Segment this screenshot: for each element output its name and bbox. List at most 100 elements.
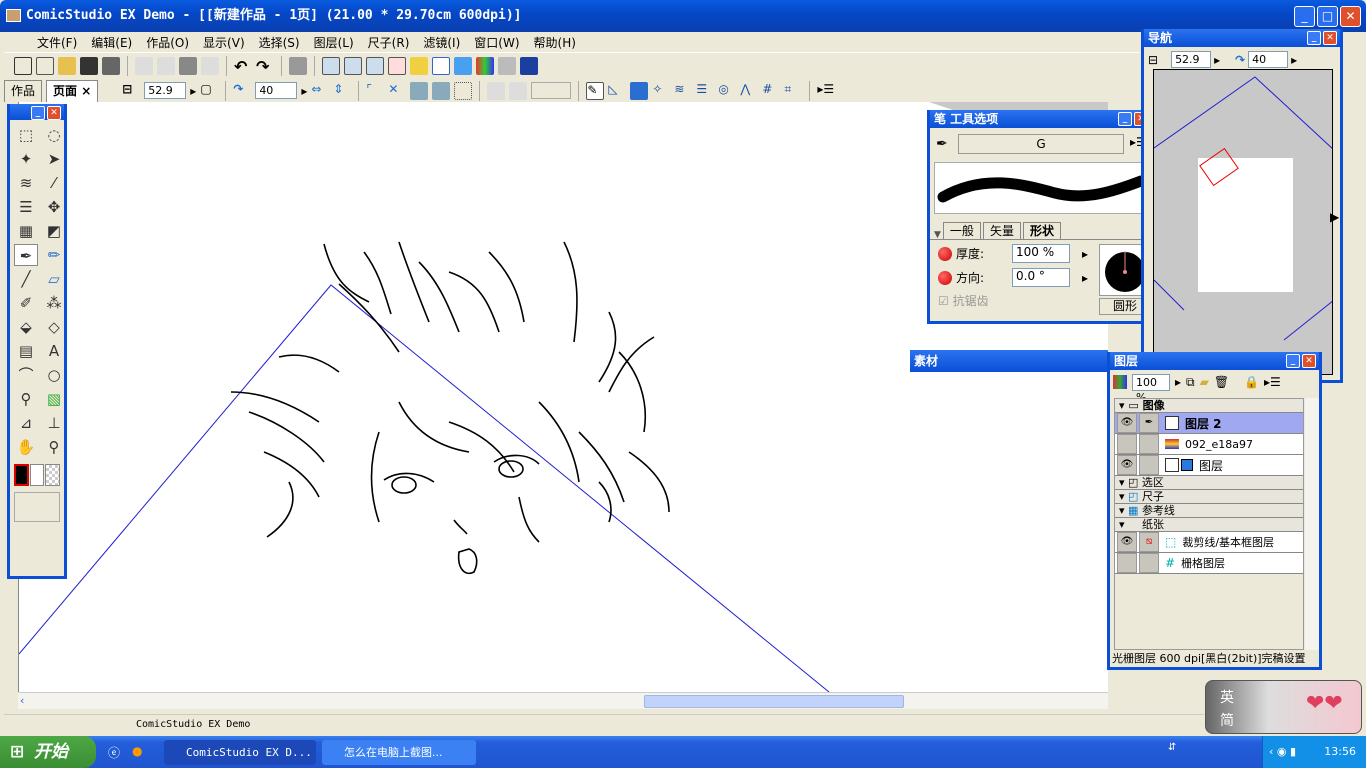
zoom-input[interactable]: 52.9 — [144, 82, 187, 99]
redo-icon[interactable]: ↷ — [256, 57, 274, 76]
layer-move-icon[interactable]: ≋ — [14, 172, 38, 194]
toolbox-close-button[interactable]: ✕ — [47, 106, 61, 120]
tone-scrape-icon[interactable]: ⚲ — [14, 388, 38, 410]
tab-story[interactable]: 作品 — [4, 79, 43, 102]
hand-icon[interactable]: ✋ — [14, 436, 38, 458]
eye-icon[interactable]: 👁 — [1117, 413, 1137, 433]
lock-icon[interactable]: 🔒 — [1244, 375, 1259, 389]
materials-icon[interactable] — [498, 56, 516, 75]
save-all-icon[interactable] — [102, 56, 120, 75]
rotate-arrow-icon[interactable]: ▸ — [301, 84, 307, 98]
layer-stack-icon[interactable]: ☰ — [14, 196, 38, 218]
thickness-arrow-icon[interactable]: ▸ — [1082, 247, 1088, 261]
layer-row[interactable]: 👁 图层 — [1115, 455, 1303, 476]
menu-view[interactable]: 显示(V) — [196, 34, 252, 51]
layer-property-icon[interactable] — [454, 56, 472, 75]
menu-help[interactable]: 帮助(H) — [527, 34, 583, 51]
flip-vertical-icon[interactable]: ⇕ — [333, 82, 351, 100]
print-icon[interactable] — [289, 56, 307, 75]
layer-row[interactable]: 👁 ⧅ ⬚ 裁剪线/基本框图层 — [1115, 532, 1303, 553]
toolbar-menu-icon[interactable]: ▸☰ — [817, 82, 835, 100]
eye-hidden[interactable] — [1117, 434, 1137, 454]
properties-window-icon[interactable] — [388, 56, 406, 75]
speed-lines-icon[interactable]: ≋ — [674, 82, 692, 100]
airbrush-icon[interactable]: ⁂ — [42, 292, 66, 314]
zoom-arrow-icon[interactable]: ▸ — [190, 84, 196, 98]
ruler-icon[interactable] — [410, 81, 429, 100]
page-icon[interactable]: ▢ — [200, 82, 218, 100]
grid-ruler-icon[interactable]: # — [762, 82, 780, 100]
antialias-checkbox[interactable]: ☑ 抗锯齿 — [938, 292, 989, 309]
edit-slot[interactable] — [1139, 434, 1159, 454]
pen-icon[interactable]: ✒ — [14, 244, 38, 266]
tab-shape[interactable]: 形状 — [1022, 222, 1061, 240]
thickness-input[interactable]: 100 % — [1012, 244, 1070, 263]
start-button[interactable]: ⊞ 开始 — [0, 736, 96, 768]
eraser-icon[interactable]: ▱ — [42, 268, 66, 290]
eyedropper-icon[interactable]: ⁄ — [42, 172, 66, 194]
tone-icon[interactable]: ✧ — [652, 82, 670, 100]
opacity-arrow-icon[interactable]: ▸ — [1175, 375, 1181, 389]
zoom-fit-icon[interactable]: ⊟ — [122, 82, 140, 100]
direction-arrow-icon[interactable]: ▸ — [1082, 271, 1088, 285]
lasso-select-icon[interactable]: ◌ — [42, 124, 66, 146]
close-button[interactable]: ✕ — [1340, 6, 1361, 27]
taskbar-item-comicstudio[interactable]: ComicStudio EX D... — [164, 740, 316, 765]
pen-edit-icon[interactable]: ✒ — [1139, 413, 1159, 433]
scrollbar-thumb[interactable] — [644, 695, 904, 708]
marker-icon[interactable]: ╱ — [14, 268, 38, 290]
minimize-button[interactable]: _ — [1294, 6, 1315, 27]
layer-opacity-input[interactable]: 100 % — [1132, 373, 1170, 404]
white-color-swatch[interactable] — [29, 464, 45, 486]
ie-quicklaunch-icon[interactable]: ⓔ — [108, 744, 120, 761]
group-image[interactable]: ▾ ▭ 图像 — [1115, 399, 1303, 413]
page-window-icon[interactable] — [344, 56, 362, 75]
undo-icon[interactable]: ↶ — [234, 57, 252, 76]
eye-icon[interactable]: 👁 — [1117, 455, 1137, 475]
play-icon[interactable] — [520, 56, 538, 75]
tray-icons[interactable]: ‹ ◉ ▮ — [1269, 736, 1296, 768]
group-guide[interactable]: ▾ ▦ 参考线 — [1115, 504, 1303, 518]
horizontal-scrollbar[interactable]: ‹ — [18, 692, 1108, 709]
delete-icon[interactable] — [201, 56, 219, 75]
navigator-close-button[interactable]: ✕ — [1323, 31, 1337, 45]
cube-icon[interactable]: ◩ — [42, 220, 66, 242]
stamp-icon[interactable]: ⊥ — [42, 412, 66, 434]
group-paper[interactable]: ▾ 纸张 — [1115, 518, 1303, 532]
paste-icon[interactable] — [179, 56, 197, 75]
ruler-tool-icon[interactable]: ⊿ — [14, 412, 38, 434]
layers-close-button[interactable]: ✕ — [1302, 354, 1316, 368]
tab-page[interactable]: 页面 × — [46, 79, 99, 102]
navigator-expand-icon[interactable]: ▶ — [1330, 210, 1339, 224]
rotate-icon[interactable]: ↷ — [233, 82, 251, 100]
triangle-ruler-icon[interactable]: ◺ — [608, 82, 626, 100]
rotate-icon[interactable]: ↷ — [1235, 53, 1245, 67]
layer-row[interactable]: # 栅格图层 — [1115, 553, 1303, 574]
fit-icon[interactable]: ✕ — [388, 82, 406, 100]
copy-icon[interactable] — [157, 56, 175, 75]
flip-horizontal-icon[interactable]: ⇔ — [311, 82, 329, 100]
delete-layer-icon[interactable]: 🗑 — [1214, 375, 1229, 389]
taskbar-item-browser[interactable]: 怎么在电脑上截图... — [322, 740, 476, 765]
group-ruler[interactable]: ▾ ◰ 尺子 — [1115, 490, 1303, 504]
menu-layer[interactable]: 图层(L) — [307, 34, 361, 51]
tab-close-icon[interactable]: × — [81, 84, 91, 98]
rotate-input[interactable]: 40 — [255, 82, 298, 99]
maximize-button[interactable]: □ — [1317, 6, 1338, 27]
ime-language[interactable]: 英 — [1220, 687, 1234, 707]
save-icon[interactable] — [80, 56, 98, 75]
zoom-fit-icon[interactable]: ⊟ — [1148, 53, 1158, 67]
new-folder-icon[interactable]: ▰ — [1200, 375, 1209, 389]
snap-icon[interactable]: ⌜ — [366, 82, 384, 100]
language-bar-icon[interactable]: ⇵ — [1168, 742, 1176, 753]
concentric-lines-icon[interactable]: ◎ — [718, 82, 736, 100]
eye-hidden[interactable] — [1117, 553, 1137, 573]
layers-menu-icon[interactable]: ▸☰ — [1264, 375, 1281, 389]
firefox-quicklaunch-icon[interactable]: ● — [132, 744, 142, 758]
gradient-icon[interactable]: ▤ — [14, 340, 38, 362]
direction-pressure-icon[interactable] — [938, 270, 952, 285]
story-window-icon[interactable] — [322, 56, 340, 75]
edit-slot[interactable] — [1139, 553, 1159, 573]
layer-row[interactable]: 092_e18a97 — [1115, 434, 1303, 455]
frame-icon[interactable]: ▦ — [14, 220, 38, 242]
